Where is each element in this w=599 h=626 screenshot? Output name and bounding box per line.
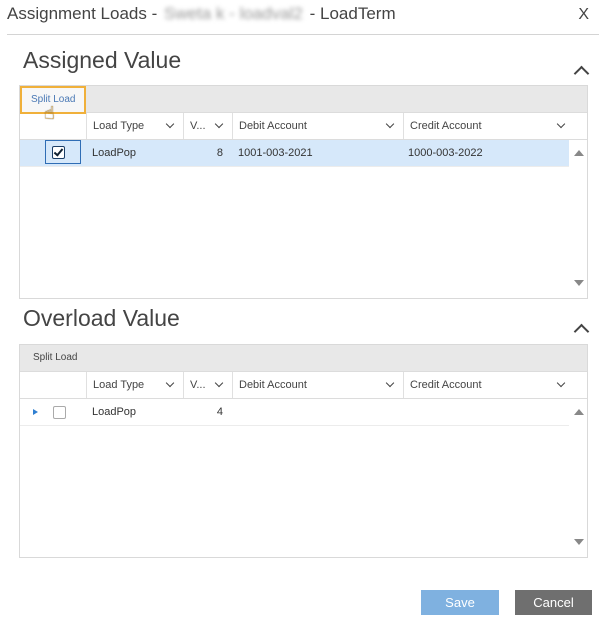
scroll-down-icon[interactable] xyxy=(574,280,584,286)
assigned-grid: Split Load ☝ Load Type V... Debit Accoun… xyxy=(19,85,588,299)
assigned-grid-body: LoadPop 8 1001-003-2021 1000-003-2022 xyxy=(20,140,587,298)
cell-load-type: LoadPop xyxy=(92,406,137,418)
column-header-label: Load Type xyxy=(93,379,145,391)
column-header-credit-account[interactable]: Credit Account xyxy=(403,372,574,398)
dialog-title-redacted: Sweta k - loadval2 xyxy=(163,4,303,23)
column-header-load-type[interactable]: Load Type xyxy=(86,372,183,398)
column-header-value[interactable]: V... xyxy=(183,372,232,398)
title-divider xyxy=(7,34,599,35)
chevron-down-icon[interactable] xyxy=(214,378,224,388)
table-row[interactable]: LoadPop 8 1001-003-2021 1000-003-2022 xyxy=(20,140,569,167)
chevron-down-icon[interactable] xyxy=(385,378,395,388)
column-header-label: Debit Account xyxy=(239,379,307,391)
scroll-down-icon[interactable] xyxy=(574,539,584,545)
assigned-toolbar: Split Load ☝ xyxy=(20,86,587,123)
row-checkbox[interactable] xyxy=(52,146,65,159)
scroll-up-icon[interactable] xyxy=(574,150,584,156)
cell-load-type: LoadPop xyxy=(92,147,137,159)
chevron-down-icon[interactable] xyxy=(556,119,566,129)
row-select-cell[interactable] xyxy=(45,140,81,164)
table-row[interactable]: LoadPop 4 xyxy=(20,399,569,426)
assigned-collapse-chevron-icon[interactable] xyxy=(573,65,590,82)
overload-grid-header: Load Type V... Debit Account Credit Acco… xyxy=(20,372,587,399)
column-header-debit-account[interactable]: Debit Account xyxy=(232,372,403,398)
column-header-label: V... xyxy=(190,120,206,132)
scroll-up-icon[interactable] xyxy=(574,409,584,415)
column-header-label: V... xyxy=(190,379,206,391)
column-header-credit-account[interactable]: Credit Account xyxy=(403,113,574,139)
column-header-value[interactable]: V... xyxy=(183,113,232,139)
chevron-down-icon[interactable] xyxy=(214,119,224,129)
overload-grid-body: LoadPop 4 xyxy=(20,399,587,557)
expand-row-icon[interactable] xyxy=(33,409,38,415)
overload-toolbar: Split Load xyxy=(20,345,587,372)
dialog-title: Assignment Loads - Sweta k - loadval2 - … xyxy=(7,4,396,24)
chevron-down-icon[interactable] xyxy=(385,119,395,129)
close-button[interactable]: X xyxy=(578,6,589,24)
column-header-label: Credit Account xyxy=(410,120,482,132)
save-button[interactable]: Save xyxy=(421,590,499,615)
cell-value: 8 xyxy=(216,147,223,159)
dialog-title-prefix: Assignment Loads - xyxy=(7,4,158,23)
cell-credit-account: 1000-003-2022 xyxy=(408,147,483,159)
chevron-down-icon[interactable] xyxy=(556,378,566,388)
column-header-label: Debit Account xyxy=(239,120,307,132)
column-header-label: Load Type xyxy=(93,120,145,132)
overload-collapse-chevron-icon[interactable] xyxy=(573,323,590,340)
chevron-down-icon[interactable] xyxy=(165,119,175,129)
cell-debit-account: 1001-003-2021 xyxy=(238,147,313,159)
cancel-button[interactable]: Cancel xyxy=(515,590,592,615)
dialog-title-suffix: - LoadTerm xyxy=(309,4,396,23)
overload-split-load-button[interactable]: Split Load xyxy=(25,349,85,366)
column-header-load-type[interactable]: Load Type xyxy=(86,113,183,139)
overload-scrollbar[interactable] xyxy=(571,399,587,557)
overload-value-title: Overload Value xyxy=(23,305,180,331)
row-checkbox[interactable] xyxy=(53,406,66,419)
overload-grid: Split Load Load Type V... Debit Account … xyxy=(19,344,588,558)
assigned-scrollbar[interactable] xyxy=(571,140,587,298)
chevron-down-icon[interactable] xyxy=(165,378,175,388)
column-header-debit-account[interactable]: Debit Account xyxy=(232,113,403,139)
assigned-value-title: Assigned Value xyxy=(23,47,182,73)
column-header-label: Credit Account xyxy=(410,379,482,391)
assigned-grid-header: Load Type V... Debit Account Credit Acco… xyxy=(20,113,587,140)
cell-value: 4 xyxy=(216,406,223,418)
